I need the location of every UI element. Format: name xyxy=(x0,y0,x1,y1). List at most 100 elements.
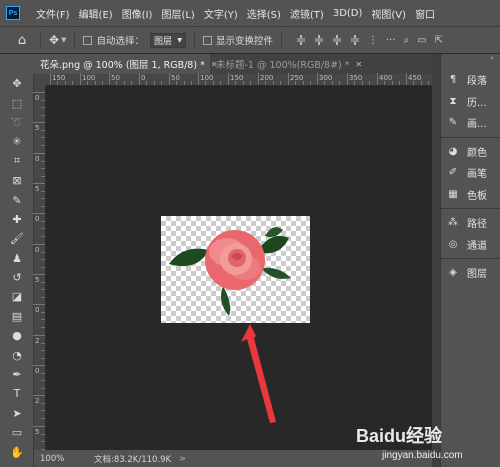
canvas-area[interactable] xyxy=(46,86,432,450)
align-top-icon[interactable] xyxy=(350,35,360,45)
ruler-tick xyxy=(258,73,259,85)
align-controls xyxy=(296,35,360,45)
ruler-label: 5 xyxy=(35,185,40,193)
share-icon[interactable]: ⇱ xyxy=(435,35,443,46)
divider xyxy=(74,31,76,49)
menu-select[interactable]: 选择(S) xyxy=(247,6,281,21)
workspace-icon[interactable]: ▭ xyxy=(417,35,426,46)
vertical-ruler[interactable]: 0 5 0 5 0 0 5 0 2 0 2 5 xyxy=(33,86,46,450)
panel-collapse-strip[interactable] xyxy=(432,54,440,467)
frame-tool-icon[interactable]: ⊠ xyxy=(0,171,34,190)
ruler-minor-tick xyxy=(131,81,132,85)
ruler-minor-tick xyxy=(41,403,45,404)
close-icon[interactable]: ✕ xyxy=(356,60,363,69)
ruler-minor-tick xyxy=(41,350,45,351)
tab-flower-document[interactable]: 花朵.png @ 100% (图层 1, RGB/8) * ✕ xyxy=(34,54,218,74)
ruler-tick xyxy=(288,73,289,85)
ruler-minor-tick xyxy=(41,259,45,260)
ruler-minor-tick xyxy=(213,81,214,85)
panel-color[interactable]: ◕ 颜色 xyxy=(441,141,500,163)
align-left-icon[interactable] xyxy=(296,35,306,45)
photoshop-logo[interactable]: Ps xyxy=(6,6,20,20)
magic-wand-tool-icon[interactable]: ✳ xyxy=(0,132,34,151)
brush-settings-icon: ✐ xyxy=(448,167,458,179)
chevron-down-icon[interactable]: ▼ xyxy=(61,36,66,44)
ruler-minor-tick xyxy=(41,115,45,116)
crop-tool-icon[interactable]: ⌗ xyxy=(0,152,34,171)
pen-tool-icon[interactable]: ✒ xyxy=(0,365,34,384)
shape-tool-icon[interactable]: ▭ xyxy=(0,423,34,442)
lasso-tool-icon[interactable]: ➰ xyxy=(0,113,34,132)
menu-type[interactable]: 文字(Y) xyxy=(204,6,238,21)
ruler-minor-tick xyxy=(41,176,45,177)
chevron-right-icon[interactable]: > xyxy=(179,454,186,463)
ruler-tick xyxy=(33,153,45,154)
type-tool-icon[interactable]: T xyxy=(0,384,34,403)
horizontal-ruler[interactable]: 150 100 50 0 50 100 150 200 250 300 350 400 450 xyxy=(46,73,432,86)
menu-edit[interactable]: 编辑(E) xyxy=(79,6,113,21)
menu-filter[interactable]: 滤镜(T) xyxy=(290,6,324,21)
more-icon[interactable]: ··· xyxy=(386,35,396,46)
watermark-url: jingyan.baidu.com xyxy=(381,450,463,461)
auto-select-checkbox[interactable] xyxy=(83,35,93,45)
home-icon[interactable]: ⌂ xyxy=(12,33,32,48)
collapse-panels-icon[interactable]: « xyxy=(441,54,500,66)
gradient-tool-icon[interactable]: ▤ xyxy=(0,307,34,326)
menu-image[interactable]: 图像(I) xyxy=(122,6,153,21)
align-right-icon[interactable] xyxy=(332,35,342,45)
ruler-minor-tick xyxy=(392,81,393,85)
blur-tool-icon[interactable]: ● xyxy=(0,326,34,345)
marquee-tool-icon[interactable]: ⬚ xyxy=(0,93,34,112)
menu-layer[interactable]: 图层(L) xyxy=(161,6,194,21)
hand-tool-icon[interactable]: ✋ xyxy=(0,442,34,461)
panel-label: 图层 xyxy=(467,269,487,281)
menu-file[interactable]: 文件(F) xyxy=(36,6,70,21)
options-end-controls: ⋮ ··· ⌕ ▭ ⇱ xyxy=(368,35,443,46)
layers-icon: ◈ xyxy=(449,267,457,279)
path-selection-tool-icon[interactable]: ➤ xyxy=(0,404,34,423)
panel-swatches[interactable]: ▦ 色板 xyxy=(441,184,500,206)
panel-label: 历... xyxy=(467,97,487,109)
tab-untitled-document[interactable]: 未标题-1 @ 100%(RGB/8#) * ✕ xyxy=(210,54,362,74)
align-center-icon[interactable] xyxy=(314,35,324,45)
eyedropper-tool-icon[interactable]: ✎ xyxy=(0,190,34,209)
brush-tool-icon[interactable]: 🖌 xyxy=(0,229,34,248)
eraser-tool-icon[interactable]: ◪ xyxy=(0,287,34,306)
zoom-level[interactable]: 100% xyxy=(34,454,66,464)
ruler-minor-tick xyxy=(65,81,66,85)
search-icon[interactable]: ⌕ xyxy=(404,35,410,46)
menu-view[interactable]: 视图(V) xyxy=(371,6,406,21)
ruler-minor-tick xyxy=(295,81,296,85)
paths-icon: ⁂ xyxy=(448,217,458,229)
menu-3d[interactable]: 3D(D) xyxy=(333,8,363,19)
panel-history[interactable]: ⧗ 历... xyxy=(441,91,500,113)
panel-layers[interactable]: ◈ 图层 xyxy=(441,262,500,284)
distribute-icon[interactable]: ⋮ xyxy=(368,35,378,46)
layer-select-dropdown[interactable]: 图层 ▼ xyxy=(149,32,186,48)
show-transform-checkbox[interactable] xyxy=(202,35,212,45)
panel-brush[interactable]: ✎ 画... xyxy=(441,112,500,134)
ruler-minor-tick xyxy=(384,81,385,85)
move-tool-icon[interactable]: ✥ xyxy=(0,74,34,93)
ruler-minor-tick xyxy=(332,81,333,85)
panel-paths[interactable]: ⁂ 路径 xyxy=(441,212,500,234)
ruler-label: 150 xyxy=(230,74,244,82)
ruler-minor-tick xyxy=(41,441,45,442)
ruler-minor-tick xyxy=(41,236,45,237)
ruler-minor-tick xyxy=(41,388,45,389)
dodge-tool-icon[interactable]: ◔ xyxy=(0,345,34,364)
panel-channels[interactable]: ◎ 通道 xyxy=(441,234,500,256)
panel-brush-settings[interactable]: ✐ 画笔 xyxy=(441,162,500,184)
healing-brush-tool-icon[interactable]: ✚ xyxy=(0,210,34,229)
ruler-tick xyxy=(109,73,110,85)
ruler-label: 2 xyxy=(35,397,40,405)
ruler-minor-tick xyxy=(280,81,281,85)
clone-stamp-tool-icon[interactable]: ♟ xyxy=(0,249,34,268)
move-tool-icon[interactable]: ✥ xyxy=(49,33,59,47)
menu-window[interactable]: 窗口 xyxy=(415,6,435,21)
ruler-minor-tick xyxy=(205,81,206,85)
ruler-minor-tick xyxy=(41,297,45,298)
panel-paragraph[interactable]: ¶ 段落 xyxy=(441,69,500,91)
ruler-minor-tick xyxy=(41,107,45,108)
history-brush-tool-icon[interactable]: ↺ xyxy=(0,268,34,287)
